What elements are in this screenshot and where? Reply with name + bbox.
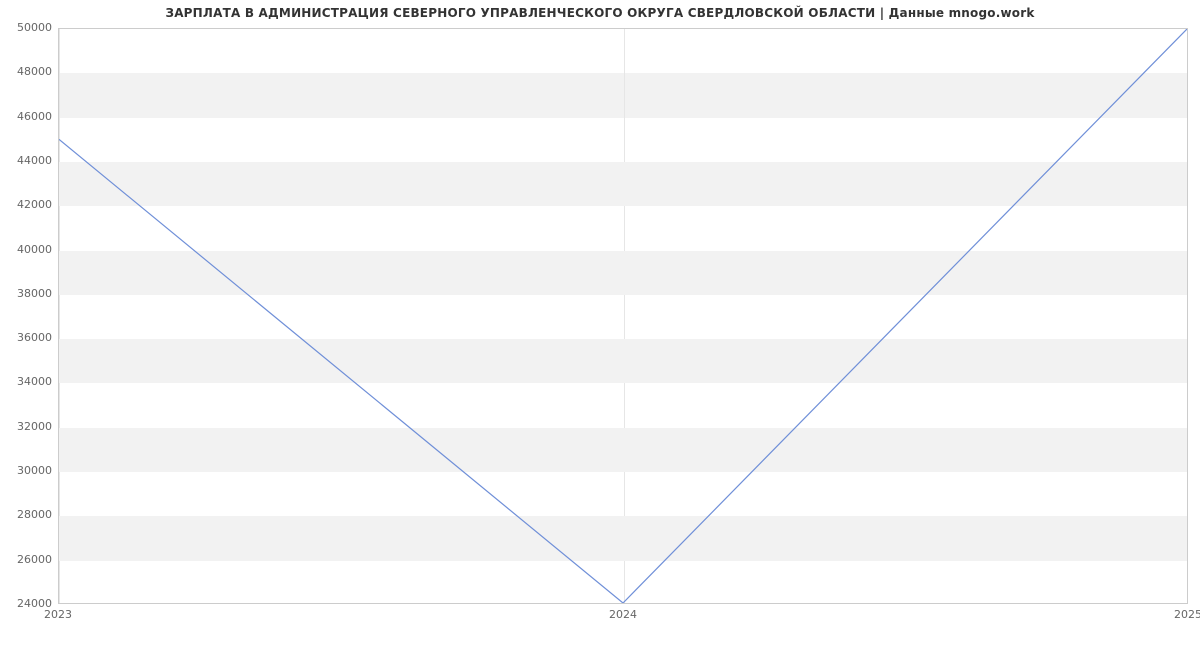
- y-tick-label: 38000: [0, 287, 52, 300]
- y-tick-label: 44000: [0, 154, 52, 167]
- y-tick-label: 32000: [0, 420, 52, 433]
- x-tick-label: 2025: [1174, 608, 1200, 621]
- line-chart: ЗАРПЛАТА В АДМИНИСТРАЦИЯ СЕВЕРНОГО УПРАВ…: [0, 0, 1200, 650]
- x-tick-label: 2023: [44, 608, 72, 621]
- y-tick-label: 46000: [0, 110, 52, 123]
- y-tick-label: 28000: [0, 508, 52, 521]
- y-tick-label: 40000: [0, 243, 52, 256]
- y-tick-label: 30000: [0, 464, 52, 477]
- y-tick-label: 26000: [0, 553, 52, 566]
- chart-title: ЗАРПЛАТА В АДМИНИСТРАЦИЯ СЕВЕРНОГО УПРАВ…: [0, 6, 1200, 20]
- series-line: [59, 29, 1187, 603]
- series-svg: [59, 29, 1187, 603]
- plot-area: [58, 28, 1188, 604]
- y-tick-label: 36000: [0, 331, 52, 344]
- y-tick-label: 50000: [0, 21, 52, 34]
- y-tick-label: 48000: [0, 65, 52, 78]
- x-tick-label: 2024: [609, 608, 637, 621]
- y-tick-label: 34000: [0, 375, 52, 388]
- y-tick-label: 42000: [0, 198, 52, 211]
